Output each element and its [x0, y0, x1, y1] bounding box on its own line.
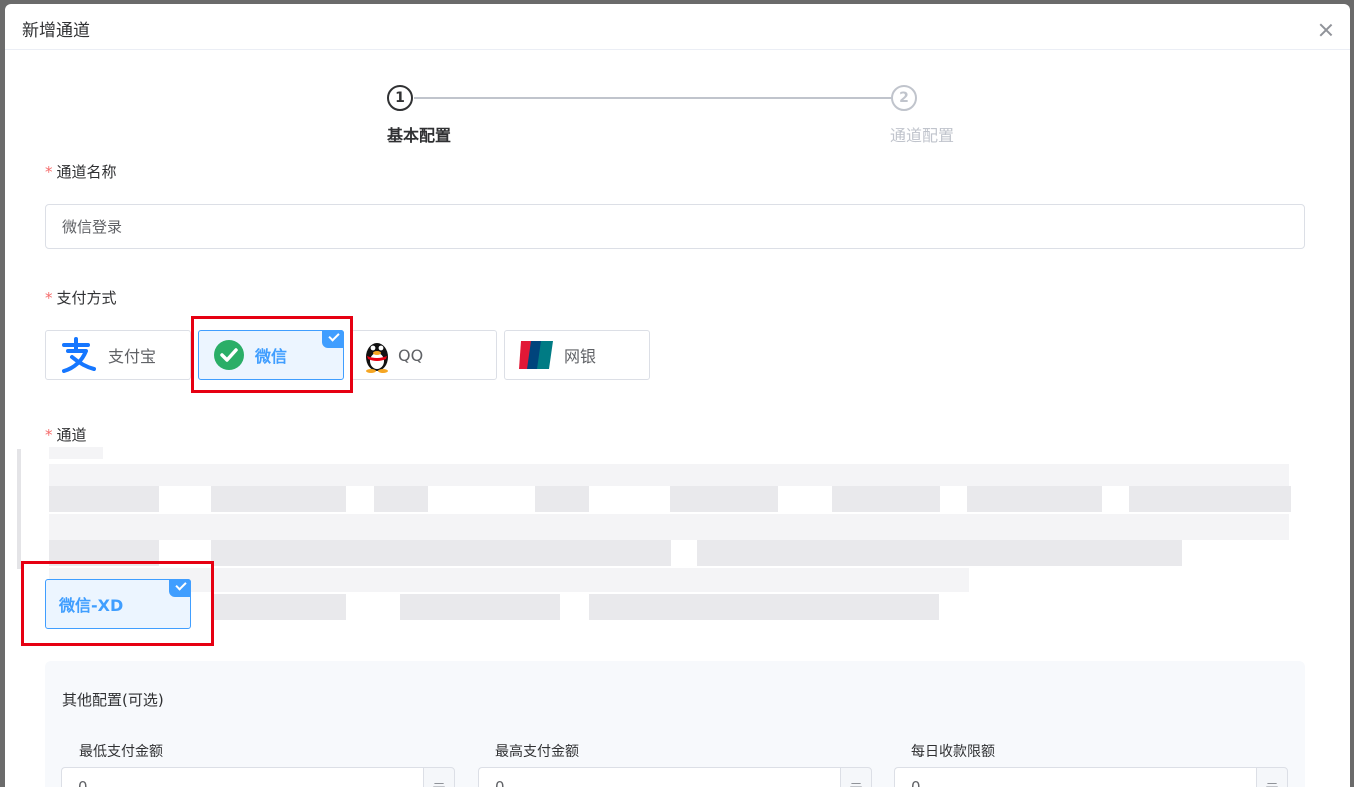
currency-suffix: 元 — [840, 767, 872, 787]
daily-limit-input[interactable] — [894, 767, 1256, 787]
qq-penguin-icon — [366, 343, 388, 373]
step-2-number: 2 — [891, 85, 917, 111]
alipay-icon — [62, 337, 96, 373]
min-amount-label: 最低支付金额 — [79, 744, 163, 760]
payment-option-unionpay[interactable]: 网银 — [504, 330, 650, 380]
daily-limit-label: 每日收款限额 — [911, 744, 995, 760]
payment-option-label: 支付宝 — [108, 347, 157, 366]
max-amount-label: 最高支付金额 — [495, 744, 579, 760]
currency-suffix: 元 — [1256, 767, 1288, 787]
close-icon[interactable] — [1318, 22, 1334, 38]
max-amount-input[interactable] — [478, 767, 840, 787]
payment-option-alipay[interactable]: 支付宝 — [45, 330, 191, 380]
dialog-title: 新增通道 — [22, 21, 90, 41]
required-mark: * — [45, 426, 53, 444]
min-amount-input[interactable] — [61, 767, 423, 787]
dialog-header: 新增通道 — [5, 4, 1350, 50]
channel-name-input[interactable] — [45, 204, 1305, 249]
step-1-label: 基本配置 — [387, 126, 452, 145]
unionpay-icon — [519, 341, 553, 369]
step-1-number: 1 — [387, 85, 413, 111]
required-mark: * — [45, 163, 53, 181]
payment-method-label: * 支付方式 — [45, 289, 117, 307]
channel-highlight-box — [21, 561, 214, 646]
payment-option-qq[interactable]: QQ — [351, 330, 497, 380]
add-channel-dialog: 新增通道 1 2 基本配置 通道配置 *通道名称 *支付方式 支付宝 微信 — [5, 4, 1350, 787]
channel-label: * 通道 — [45, 426, 87, 444]
channel-name-label: * 通道名称 — [45, 163, 117, 181]
currency-suffix: 元 — [423, 767, 455, 787]
min-amount-field: 元 — [61, 767, 455, 787]
step-2-label: 通道配置 — [890, 126, 955, 145]
max-amount-field: 元 — [478, 767, 872, 787]
daily-limit-field: 元 — [894, 767, 1288, 787]
payment-option-label: 网银 — [564, 347, 597, 366]
other-config-title: 其他配置(可选) — [62, 691, 164, 709]
other-config-panel: 其他配置(可选) 最低支付金额 元 最高支付金额 元 每日收款限额 元 — [45, 661, 1305, 787]
steps-connector — [414, 97, 892, 99]
wechat-highlight-box — [191, 316, 353, 393]
payment-option-label: QQ — [398, 345, 424, 365]
required-mark: * — [45, 289, 53, 307]
